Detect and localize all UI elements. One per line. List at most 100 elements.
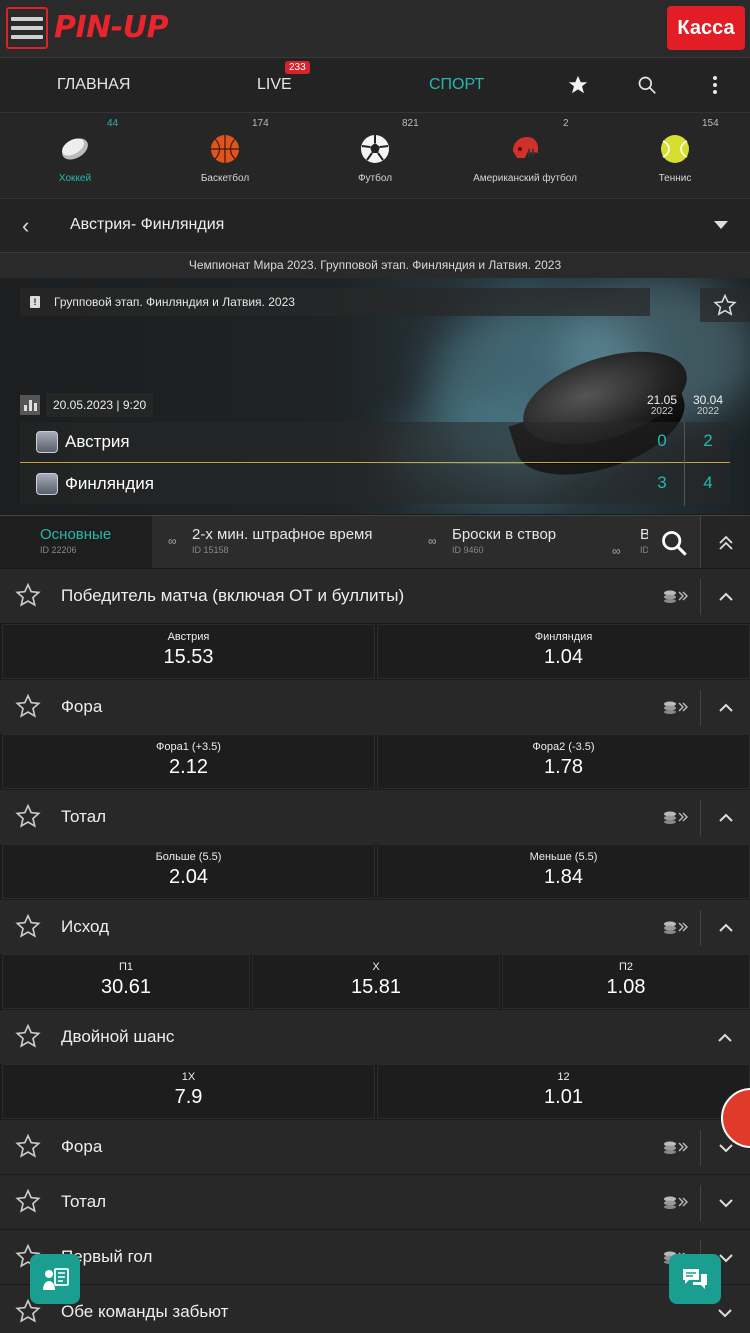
- favorite-star-icon[interactable]: [15, 803, 41, 829]
- odd-label: Фора2 (-3.5): [532, 741, 595, 753]
- match-title: Австрия- Финляндия: [70, 216, 225, 233]
- tab-shots-on-goal[interactable]: ∞ Броски в створ ID 9460: [428, 516, 602, 569]
- market-header[interactable]: Тотал: [0, 789, 750, 844]
- sport-count: 154: [702, 118, 719, 129]
- sport-count: 2: [563, 118, 569, 129]
- market-title: Исход: [61, 917, 110, 936]
- cashier-button[interactable]: Касса: [667, 6, 745, 50]
- sport-name: Американский футбол: [473, 173, 577, 184]
- more-vertical-icon[interactable]: [702, 72, 728, 98]
- market-tabs: Основные ID 22206 ∞ 2-х мин. штрафное вр…: [0, 515, 750, 569]
- odd-button[interactable]: Австрия 15.53: [2, 624, 375, 679]
- sport-count: 821: [402, 118, 419, 129]
- odd-button[interactable]: Х 15.81: [252, 954, 500, 1009]
- back-chevron-icon[interactable]: ‹: [22, 213, 29, 239]
- chevron-up-icon[interactable]: [700, 800, 750, 836]
- market-title: Тотал: [61, 807, 107, 826]
- statistics-icon[interactable]: [20, 395, 40, 415]
- cashout-icon: [664, 590, 688, 603]
- chevron-up-icon[interactable]: [700, 1020, 750, 1056]
- match-selector[interactable]: ‹ Австрия- Финляндия: [0, 198, 750, 252]
- top-bar: PIN-UP Касса: [0, 0, 750, 58]
- odd-button[interactable]: 1Х 7.9: [2, 1064, 375, 1119]
- favorite-star-icon[interactable]: [15, 1133, 41, 1159]
- market-header[interactable]: Обе команды забьют: [0, 1284, 750, 1333]
- odd-value: 30.61: [100, 976, 152, 998]
- team-divider: [20, 462, 730, 463]
- sport-hockey[interactable]: 44 Хоккей: [0, 113, 150, 199]
- odd-label: П1: [118, 961, 134, 973]
- team-logo-icon: [36, 431, 58, 453]
- team-score: 2: [703, 431, 713, 450]
- tab-main[interactable]: Основные ID 22206: [0, 516, 152, 569]
- sport-count: 44: [107, 118, 119, 129]
- bet-slip-icon[interactable]: [30, 1254, 80, 1304]
- info-icon: !: [30, 296, 40, 308]
- sport-name: Баскетбол: [200, 173, 250, 184]
- collapse-all-icon[interactable]: [700, 516, 750, 569]
- hockey-puck-icon: [62, 138, 88, 160]
- odd-button[interactable]: П2 1.08: [502, 954, 750, 1009]
- sport-tennis[interactable]: 154 Теннис: [600, 113, 750, 199]
- market-header[interactable]: Исход: [0, 899, 750, 954]
- team-score: 3: [657, 473, 667, 492]
- favorite-star-icon[interactable]: [15, 582, 41, 608]
- previous-dates: 21.05 2022 30.04 2022: [640, 394, 730, 420]
- match-date-row: 20.05.2023 | 9:20: [20, 392, 154, 418]
- market-search-icon[interactable]: [648, 516, 700, 569]
- odd-button[interactable]: Меньше (5.5) 1.84: [377, 844, 750, 899]
- odd-label: Австрия: [167, 631, 210, 643]
- odd-label: 1Х: [181, 1071, 196, 1083]
- market-header[interactable]: Победитель матча (включая ОТ и буллиты): [0, 568, 750, 623]
- odd-button[interactable]: 12 1.01: [377, 1064, 750, 1119]
- nav-sport[interactable]: СПОРТ: [429, 58, 484, 112]
- market-title: Двойной шанс: [61, 1027, 175, 1046]
- odd-button[interactable]: Фора1 (+3.5) 2.12: [2, 734, 375, 789]
- sport-basketball[interactable]: 174 Баскетбол: [150, 113, 300, 199]
- favorite-star-icon[interactable]: [15, 693, 41, 719]
- favorite-star-icon[interactable]: [15, 913, 41, 939]
- odd-value: 1.08: [606, 976, 646, 998]
- tab-penalty-time[interactable]: ∞ 2-х мин. штрафное время ID 15158: [168, 516, 412, 569]
- odd-button[interactable]: П1 30.61: [2, 954, 250, 1009]
- favorite-star-icon[interactable]: [15, 1023, 41, 1049]
- odd-value: 1.01: [544, 1086, 583, 1108]
- prev-date-year: 2022: [650, 406, 674, 417]
- favorite-star-icon[interactable]: [15, 1188, 41, 1214]
- market-header[interactable]: Фора: [0, 679, 750, 734]
- market-header[interactable]: Первый гол: [0, 1229, 750, 1284]
- odd-value: 2.04: [169, 866, 208, 888]
- stage-text: Групповой этап. Финляндия и Латвия. 2023: [54, 295, 295, 309]
- odd-button[interactable]: Финляндия 1.04: [377, 624, 750, 679]
- dropdown-caret-icon[interactable]: [714, 221, 728, 229]
- star-icon[interactable]: [565, 72, 591, 98]
- favorite-star-icon[interactable]: [700, 288, 750, 322]
- odd-label: Больше (5.5): [155, 851, 222, 863]
- odds-row: Больше (5.5) 2.04 Меньше (5.5) 1.84: [0, 844, 750, 899]
- market-header[interactable]: Двойной шанс: [0, 1009, 750, 1064]
- tab-label: Основные: [40, 526, 112, 543]
- odd-button[interactable]: Больше (5.5) 2.04: [2, 844, 375, 899]
- team-name: Австрия: [65, 432, 130, 451]
- chevron-down-icon[interactable]: [700, 1185, 750, 1221]
- chat-support-icon[interactable]: [669, 1254, 721, 1304]
- odd-button[interactable]: Фора2 (-3.5) 1.78: [377, 734, 750, 789]
- pinup-logo[interactable]: PIN-UP: [54, 10, 169, 45]
- chevron-up-icon[interactable]: [700, 910, 750, 946]
- team-row-home: Австрия 0 2: [20, 422, 730, 462]
- market-header[interactable]: Тотал: [0, 1174, 750, 1229]
- cashout-icon: [664, 1141, 688, 1154]
- odd-value: 1.04: [544, 646, 583, 668]
- chevron-up-icon[interactable]: [700, 579, 750, 615]
- menu-burger-icon[interactable]: [6, 7, 48, 49]
- search-icon[interactable]: [634, 72, 660, 98]
- tab-id: ID 9460: [452, 545, 484, 555]
- sport-american-football[interactable]: 2 Американский футбол: [450, 113, 600, 199]
- chevron-up-icon[interactable]: [700, 690, 750, 726]
- nav-home[interactable]: ГЛАВНАЯ: [57, 58, 130, 112]
- market-header[interactable]: Фора: [0, 1119, 750, 1174]
- sport-football[interactable]: 821 Футбол: [300, 113, 450, 199]
- cashout-icon: [664, 701, 688, 714]
- odd-label: Х: [372, 961, 380, 973]
- odd-value: 7.9: [174, 1086, 203, 1108]
